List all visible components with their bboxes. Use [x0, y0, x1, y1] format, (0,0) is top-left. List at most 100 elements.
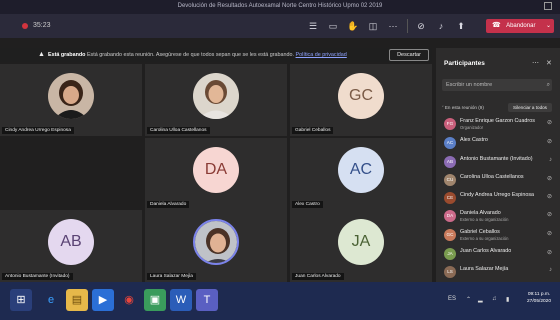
video-tile[interactable]: DA Daniela Alvarado	[145, 138, 287, 210]
camera-off-icon[interactable]: ⊘	[414, 19, 428, 33]
participant-avatar: FG	[444, 118, 456, 130]
close-icon[interactable]: ✕	[546, 59, 552, 67]
participant-row-name: Gabriel Ceballos	[460, 229, 500, 235]
participant-name: Carolina Ulloa Castellanos	[147, 127, 210, 134]
participant-avatar: CE	[444, 192, 456, 204]
meeting-timer: 35:23	[33, 22, 51, 29]
image-viewer-icon[interactable]: ▣	[144, 289, 166, 311]
warning-icon: ▲	[38, 51, 45, 58]
search-placeholder: Escribir un nombre	[446, 82, 493, 88]
video-tile[interactable]: AB Antonio Bustamante (Invitado)	[0, 210, 142, 282]
participant-name: Cindy Andrea Urrego Espinosa	[2, 127, 74, 134]
battery-icon[interactable]: ▮	[506, 296, 509, 303]
taskbar-clock[interactable]: 09:11 p.m. 27/05/2020	[527, 291, 551, 305]
participant-avatar: GC	[444, 229, 456, 241]
file-explorer-icon[interactable]: ▤	[66, 289, 88, 311]
word-icon[interactable]: W	[170, 289, 192, 311]
participant-name: Gabriel Ceballos	[292, 127, 334, 134]
in-meeting-section-label[interactable]: ˇ En esta reunión (9)	[442, 105, 484, 110]
share-screen-icon[interactable]: ⬆	[454, 19, 468, 33]
participant-avatar: JA	[444, 248, 456, 260]
more-actions-icon[interactable]: ⋯	[386, 19, 400, 33]
participant-row[interactable]: CU Carolina Ulloa Castellanos ⊘	[442, 172, 554, 190]
chat-icon[interactable]: ▭	[326, 19, 340, 33]
rooms-icon[interactable]: ◫	[366, 19, 380, 33]
participant-name: Alex Castro	[292, 201, 323, 208]
microphone-icon[interactable]: ♪	[434, 19, 448, 33]
recording-indicator-icon	[22, 23, 28, 29]
participant-row-name: Antonio Bustamante (Invitado)	[460, 156, 533, 162]
teams-icon[interactable]: T	[196, 289, 218, 311]
notification-chevron-icon[interactable]: ⌃	[466, 296, 471, 303]
restore-window-button[interactable]	[544, 2, 552, 10]
participant-row-name: Alex Castro	[460, 137, 488, 143]
chevron-down-icon[interactable]: ⌄	[546, 19, 551, 33]
participant-row[interactable]: AC Alex Castro ⊘	[442, 135, 554, 153]
clock-date: 27/05/2020	[527, 299, 552, 304]
mute-all-button[interactable]: Silenciar a todos	[508, 103, 552, 112]
microphone-icon: ♪	[549, 157, 552, 163]
microphone-icon: ♪	[549, 267, 552, 273]
video-tile[interactable]: Carolina Ulloa Castellanos	[145, 64, 287, 136]
participant-row-name: Daniela Alvarado	[460, 210, 501, 216]
teams-window: Devolución de Resultados Autoexamal Nort…	[0, 0, 560, 320]
leave-button[interactable]: ☎ Abandonar ⌄	[486, 19, 554, 33]
participant-row[interactable]: JA Juan Carlos Alvarado ⊘	[442, 246, 554, 264]
participant-row[interactable]: FG Franz Enrique Garzon Cuadros Organiza…	[442, 116, 554, 134]
participant-row-name: Cindy Andrea Urrego Espinosa	[460, 192, 535, 198]
participant-row-name: Carolina Ulloa Castellanos	[460, 174, 524, 180]
recording-banner-text: Está grabando Está grabando esta reunión…	[48, 52, 347, 58]
chrome-icon[interactable]: ◉	[118, 289, 140, 311]
participants-icon[interactable]: ☰	[306, 19, 320, 33]
initials-avatar: AB	[48, 219, 94, 265]
participant-row[interactable]: GC Gabriel Ceballos Externo a su organiz…	[442, 227, 554, 245]
participant-avatar: CU	[444, 174, 456, 186]
initials-avatar: JA	[338, 219, 384, 265]
participant-name: Daniela Alvarado	[147, 201, 190, 208]
phone-hangup-icon: ☎	[492, 22, 501, 29]
search-icon: ⌕	[546, 82, 550, 88]
participant-avatar: AC	[444, 137, 456, 149]
participant-row[interactable]: AB Antonio Bustamante (Invitado) ♪	[442, 154, 554, 172]
video-grid: Cindy Andrea Urrego Espinosa Carolina Ul…	[0, 64, 432, 282]
more-options-icon[interactable]: ⋯	[532, 59, 539, 67]
banner-message: Está grabando esta reunión. Asegúrese de…	[85, 52, 296, 58]
mic-muted-icon: ⊘	[546, 120, 552, 126]
start-icon[interactable]: ⊞	[10, 289, 32, 311]
panel-title: Participantes	[444, 60, 485, 67]
participant-search-input[interactable]: Escribir un nombre ⌕	[442, 79, 552, 91]
video-tile[interactable]: GC Gabriel Ceballos	[290, 64, 432, 136]
media-player-icon[interactable]: ▶	[92, 289, 114, 311]
participant-photo	[48, 73, 94, 119]
clock-time: 09:11 p.m.	[527, 292, 551, 297]
mic-muted-icon: ⊘	[546, 250, 552, 256]
discard-button[interactable]: Descartar	[389, 49, 429, 61]
participant-row[interactable]: DA Daniela Alvarado Externo a su organiz…	[442, 208, 554, 226]
participant-avatar: DA	[444, 210, 456, 222]
mic-muted-icon: ⊘	[546, 212, 552, 218]
network-icon[interactable]: ▂	[478, 296, 483, 303]
initials-avatar: DA	[193, 147, 239, 193]
video-tile[interactable]: Cindy Andrea Urrego Espinosa	[0, 64, 142, 136]
video-tile[interactable]: JA Juan Carlos Alvarado	[290, 210, 432, 282]
participant-row-role: Externo a su organización	[460, 236, 509, 241]
initials-avatar: GC	[338, 73, 384, 119]
participant-name: Juan Carlos Alvarado	[292, 273, 344, 280]
video-tile[interactable]: AC Alex Castro	[290, 138, 432, 210]
initials-avatar: AC	[338, 147, 384, 193]
toolbar-divider	[407, 19, 408, 33]
privacy-policy-link[interactable]: Política de privacidad	[296, 52, 347, 58]
leave-label: Abandonar	[506, 23, 536, 29]
participant-name: Laura Salazar Mejía	[147, 273, 196, 280]
participant-row[interactable]: LS Laura Salazar Mejía ♪	[442, 264, 554, 282]
volume-icon[interactable]: ♫	[492, 296, 497, 302]
language-indicator[interactable]: ES	[448, 296, 456, 302]
participant-avatar: AB	[444, 156, 456, 168]
participant-avatar: LS	[444, 266, 456, 278]
internet-explorer-icon[interactable]: e	[40, 289, 62, 311]
participant-row-name: Laura Salazar Mejía	[460, 266, 509, 272]
video-tile[interactable]: Laura Salazar Mejía	[145, 210, 287, 282]
raise-hand-icon[interactable]: ✋	[346, 19, 360, 33]
participant-row-name: Franz Enrique Garzon Cuadros	[460, 118, 535, 124]
participant-row[interactable]: CE Cindy Andrea Urrego Espinosa ⊘	[442, 190, 554, 208]
